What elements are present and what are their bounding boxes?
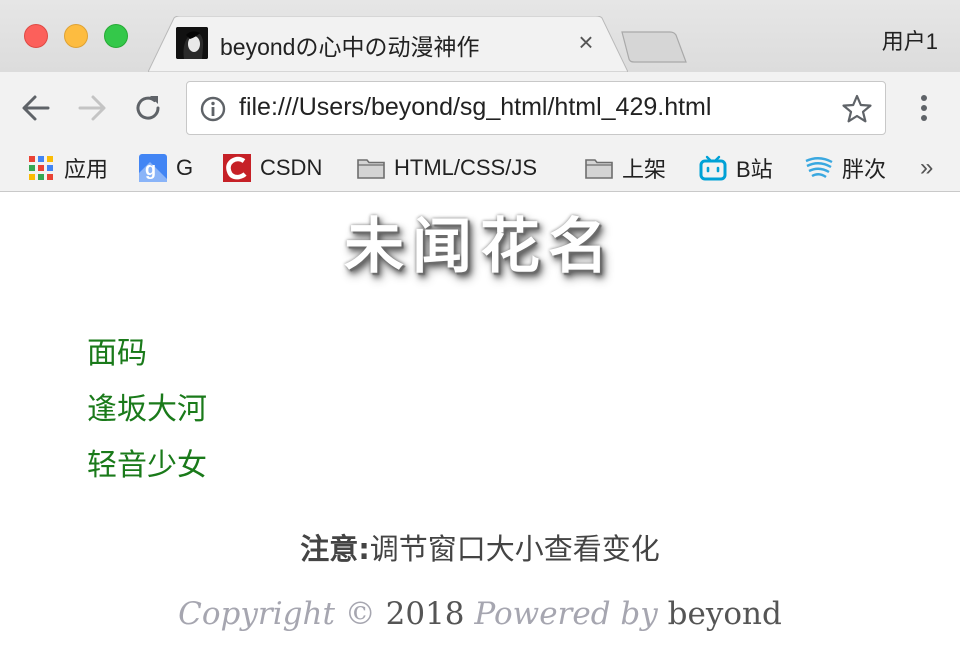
apps-grid-icon (29, 156, 53, 180)
folder-icon (585, 159, 613, 179)
bookmark-folder-shangjia[interactable]: 上架 (584, 150, 666, 186)
bookmark-label: G (176, 155, 194, 180)
address-bar[interactable]: file:///Users/beyond/sg_html/html_429.ht… (186, 81, 886, 135)
bookmark-panci[interactable]: 胖次 (804, 150, 886, 186)
bookmark-bilibili[interactable]: B站 (698, 150, 773, 186)
bookmark-g[interactable]: g G (138, 150, 193, 186)
copyright-year: 2018 (385, 596, 465, 632)
list-item: 面码 (87, 336, 147, 371)
note-label: 注意: (300, 532, 370, 566)
google-maps-icon: g (139, 154, 167, 182)
bookmark-label: 上架 (622, 157, 667, 182)
close-window-button[interactable] (24, 24, 48, 48)
csdn-icon (223, 154, 251, 182)
powered-by-label: Powered by (474, 596, 658, 632)
bookmark-label: CSDN (260, 155, 323, 180)
copyright-prefix: Copyright © (178, 596, 376, 632)
bookmark-label: B站 (736, 157, 773, 182)
page-title: 未闻花名 (344, 212, 616, 282)
bookmark-csdn[interactable]: CSDN (222, 150, 322, 186)
forward-arrow-icon[interactable] (72, 88, 112, 128)
tab-title: beyondの心中の动漫神作 (220, 34, 480, 60)
page-content: 未闻花名 面码 逢坂大河 轻音少女 注意:调节窗口大小查看变化 Copyrigh… (0, 192, 960, 654)
bookmarks-overflow-icon[interactable]: » (920, 154, 933, 182)
window-title-bar: beyondの心中の动漫神作 × 用户1 (0, 0, 960, 72)
tab-close-icon[interactable]: × (572, 27, 600, 57)
bilibili-icon (699, 155, 727, 181)
reload-icon[interactable] (128, 88, 168, 128)
svg-text:g: g (145, 159, 156, 179)
copyright-footer: Copyright © 2018 Powered by beyond (0, 596, 960, 632)
browser-toolbar: file:///Users/beyond/sg_html/html_429.ht… (0, 72, 960, 144)
folder-icon (357, 159, 385, 179)
favicon-icon (176, 27, 208, 59)
info-icon[interactable] (199, 95, 227, 123)
bookmark-label: 应用 (64, 157, 109, 182)
bookmark-star-icon[interactable] (841, 93, 873, 125)
wave-icon (805, 157, 833, 179)
bookmarks-bar: 应用 g G CSDN HTML/CSS/JS 上架 B站 胖次 » (0, 144, 960, 192)
back-arrow-icon[interactable] (16, 88, 56, 128)
note: 注意:调节窗口大小查看变化 (0, 526, 960, 568)
bookmark-label: 胖次 (842, 157, 887, 182)
bookmark-apps[interactable]: 应用 (26, 150, 108, 186)
anime-list: 面码 逢坂大河 轻音少女 (87, 332, 207, 500)
bookmark-folder-html[interactable]: HTML/CSS/JS (356, 150, 537, 186)
minimize-window-button[interactable] (64, 24, 88, 48)
active-tab[interactable]: beyondの心中の动漫神作 × (148, 16, 628, 72)
bookmark-label: HTML/CSS/JS (394, 155, 538, 180)
note-text: 调节窗口大小查看变化 (369, 532, 660, 566)
url-text[interactable]: file:///Users/beyond/sg_html/html_429.ht… (239, 93, 711, 122)
zoom-window-button[interactable] (104, 24, 128, 48)
profile-name[interactable]: 用户1 (882, 24, 938, 56)
list-item: 轻音少女 (87, 448, 207, 483)
new-tab-button[interactable] (620, 30, 688, 64)
list-item: 逢坂大河 (87, 392, 207, 427)
author-name: beyond (667, 596, 782, 632)
menu-kebab-icon[interactable] (910, 92, 938, 124)
